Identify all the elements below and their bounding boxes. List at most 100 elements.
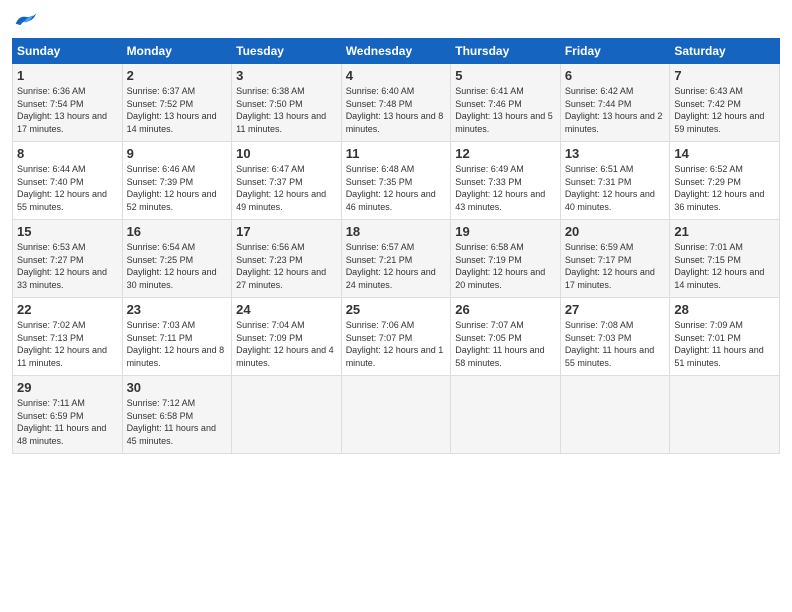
weekday-header-monday: Monday (122, 39, 232, 64)
day-number: 28 (674, 302, 775, 317)
cell-content: Sunrise: 7:12 AMSunset: 6:58 PMDaylight:… (127, 397, 228, 447)
cell-content: Sunrise: 6:57 AMSunset: 7:21 PMDaylight:… (346, 241, 447, 291)
calendar-cell: 30Sunrise: 7:12 AMSunset: 6:58 PMDayligh… (122, 376, 232, 454)
calendar-cell: 5 Sunrise: 6:41 AMSunset: 7:46 PMDaylight… (451, 64, 561, 142)
calendar-cell: 4Sunrise: 6:40 AMSunset: 7:48 PMDaylight… (341, 64, 451, 142)
cell-content: Sunrise: 6:58 AMSunset: 7:19 PMDaylight:… (455, 241, 556, 291)
calendar-cell (670, 376, 780, 454)
day-number: 9 (127, 146, 228, 161)
day-number: 26 (455, 302, 556, 317)
cell-content: Sunrise: 6:41 AMSunset: 7:46 PMDaylight:… (455, 85, 556, 135)
calendar-cell (232, 376, 342, 454)
cell-content: Sunrise: 6:51 AMSunset: 7:31 PMDaylight:… (565, 163, 666, 213)
cell-content: Sunrise: 6:38 AMSunset: 7:50 PMDaylight:… (236, 85, 337, 135)
calendar-cell: 15 Sunrise: 6:53 AMSunset: 7:27 PMDayligh… (13, 220, 123, 298)
calendar-cell: 21 Sunrise: 7:01 AMSunset: 7:15 PMDayligh… (670, 220, 780, 298)
day-number: 24 (236, 302, 337, 317)
calendar-cell: 22 Sunrise: 7:02 AMSunset: 7:13 PMDayligh… (13, 298, 123, 376)
day-number: 7 (674, 68, 775, 83)
calendar-cell: 16Sunrise: 6:54 AMSunset: 7:25 PMDayligh… (122, 220, 232, 298)
cell-content: Sunrise: 7:07 AMSunset: 7:05 PMDaylight:… (455, 319, 556, 369)
calendar-cell: 17 Sunrise: 6:56 AMSunset: 7:23 PMDayligh… (232, 220, 342, 298)
page-container: SundayMondayTuesdayWednesdayThursdayFrid… (0, 0, 792, 464)
day-number: 29 (17, 380, 118, 395)
cell-content: Sunrise: 6:53 AMSunset: 7:27 PMDaylight:… (17, 241, 118, 291)
day-number: 8 (17, 146, 118, 161)
calendar-cell: 20 Sunrise: 6:59 AMSunset: 7:17 PMDayligh… (560, 220, 670, 298)
cell-content: Sunrise: 7:01 AMSunset: 7:15 PMDaylight:… (674, 241, 775, 291)
day-number: 23 (127, 302, 228, 317)
day-number: 10 (236, 146, 337, 161)
cell-content: Sunrise: 7:02 AMSunset: 7:13 PMDaylight:… (17, 319, 118, 369)
cell-content: Sunrise: 7:08 AMSunset: 7:03 PMDaylight:… (565, 319, 666, 369)
calendar-cell: 10 Sunrise: 6:47 AMSunset: 7:37 PMDayligh… (232, 142, 342, 220)
day-number: 16 (127, 224, 228, 239)
calendar-cell: 27 Sunrise: 7:08 AMSunset: 7:03 PMDayligh… (560, 298, 670, 376)
cell-content: Sunrise: 6:43 AMSunset: 7:42 PMDaylight:… (674, 85, 775, 135)
day-number: 12 (455, 146, 556, 161)
day-number: 27 (565, 302, 666, 317)
calendar-cell: 9 Sunrise: 6:46 AMSunset: 7:39 PMDaylight… (122, 142, 232, 220)
calendar-cell: 24 Sunrise: 7:04 AMSunset: 7:09 PMDayligh… (232, 298, 342, 376)
day-number: 14 (674, 146, 775, 161)
day-number: 3 (236, 68, 337, 83)
day-number: 21 (674, 224, 775, 239)
day-number: 25 (346, 302, 447, 317)
calendar-week-row: 15 Sunrise: 6:53 AMSunset: 7:27 PMDayligh… (13, 220, 780, 298)
logo-icon (12, 10, 40, 32)
cell-content: Sunrise: 6:52 AMSunset: 7:29 PMDaylight:… (674, 163, 775, 213)
day-number: 13 (565, 146, 666, 161)
day-number: 19 (455, 224, 556, 239)
calendar-cell: 28 Sunrise: 7:09 AMSunset: 7:01 PMDayligh… (670, 298, 780, 376)
calendar-cell: 1Sunrise: 6:36 AMSunset: 7:54 PMDaylight… (13, 64, 123, 142)
logo (12, 10, 44, 32)
cell-content: Sunrise: 6:42 AMSunset: 7:44 PMDaylight:… (565, 85, 666, 135)
cell-content: Sunrise: 6:44 AMSunset: 7:40 PMDaylight:… (17, 163, 118, 213)
calendar-cell: 25 Sunrise: 7:06 AMSunset: 7:07 PMDayligh… (341, 298, 451, 376)
cell-content: Sunrise: 6:47 AMSunset: 7:37 PMDaylight:… (236, 163, 337, 213)
calendar-cell (341, 376, 451, 454)
weekday-header-tuesday: Tuesday (232, 39, 342, 64)
calendar-cell: 12Sunrise: 6:49 AMSunset: 7:33 PMDayligh… (451, 142, 561, 220)
day-number: 11 (346, 146, 447, 161)
cell-content: Sunrise: 6:48 AMSunset: 7:35 PMDaylight:… (346, 163, 447, 213)
day-number: 22 (17, 302, 118, 317)
cell-content: Sunrise: 6:37 AMSunset: 7:52 PMDaylight:… (127, 85, 228, 135)
day-number: 5 (455, 68, 556, 83)
calendar-cell (560, 376, 670, 454)
calendar-cell: 13 Sunrise: 6:51 AMSunset: 7:31 PMDayligh… (560, 142, 670, 220)
calendar-cell: 18 Sunrise: 6:57 AMSunset: 7:21 PMDayligh… (341, 220, 451, 298)
calendar-cell: 7 Sunrise: 6:43 AMSunset: 7:42 PMDaylight… (670, 64, 780, 142)
cell-content: Sunrise: 6:36 AMSunset: 7:54 PMDaylight:… (17, 85, 118, 135)
calendar-cell: 6 Sunrise: 6:42 AMSunset: 7:44 PMDaylight… (560, 64, 670, 142)
day-number: 20 (565, 224, 666, 239)
calendar-week-row: 1Sunrise: 6:36 AMSunset: 7:54 PMDaylight… (13, 64, 780, 142)
cell-content: Sunrise: 6:59 AMSunset: 7:17 PMDaylight:… (565, 241, 666, 291)
cell-content: Sunrise: 7:03 AMSunset: 7:11 PMDaylight:… (127, 319, 228, 369)
day-number: 6 (565, 68, 666, 83)
day-number: 2 (127, 68, 228, 83)
weekday-header-friday: Friday (560, 39, 670, 64)
calendar-table: SundayMondayTuesdayWednesdayThursdayFrid… (12, 38, 780, 454)
calendar-cell: 8 Sunrise: 6:44 AMSunset: 7:40 PMDaylight… (13, 142, 123, 220)
cell-content: Sunrise: 7:11 AMSunset: 6:59 PMDaylight:… (17, 397, 118, 447)
weekday-header-thursday: Thursday (451, 39, 561, 64)
cell-content: Sunrise: 7:06 AMSunset: 7:07 PMDaylight:… (346, 319, 447, 369)
calendar-cell: 14 Sunrise: 6:52 AMSunset: 7:29 PMDayligh… (670, 142, 780, 220)
day-number: 15 (17, 224, 118, 239)
cell-content: Sunrise: 7:04 AMSunset: 7:09 PMDaylight:… (236, 319, 337, 369)
calendar-cell: 23 Sunrise: 7:03 AMSunset: 7:11 PMDayligh… (122, 298, 232, 376)
day-number: 17 (236, 224, 337, 239)
cell-content: Sunrise: 7:09 AMSunset: 7:01 PMDaylight:… (674, 319, 775, 369)
day-number: 18 (346, 224, 447, 239)
calendar-week-row: 22 Sunrise: 7:02 AMSunset: 7:13 PMDayligh… (13, 298, 780, 376)
calendar-cell: 29 Sunrise: 7:11 AMSunset: 6:59 PMDayligh… (13, 376, 123, 454)
calendar-week-row: 29 Sunrise: 7:11 AMSunset: 6:59 PMDayligh… (13, 376, 780, 454)
calendar-cell: 26 Sunrise: 7:07 AMSunset: 7:05 PMDayligh… (451, 298, 561, 376)
cell-content: Sunrise: 6:40 AMSunset: 7:48 PMDaylight:… (346, 85, 447, 135)
calendar-cell: 19 Sunrise: 6:58 AMSunset: 7:19 PMDayligh… (451, 220, 561, 298)
cell-content: Sunrise: 6:46 AMSunset: 7:39 PMDaylight:… (127, 163, 228, 213)
weekday-header-saturday: Saturday (670, 39, 780, 64)
calendar-cell: 3 Sunrise: 6:38 AMSunset: 7:50 PMDaylight… (232, 64, 342, 142)
cell-content: Sunrise: 6:56 AMSunset: 7:23 PMDaylight:… (236, 241, 337, 291)
